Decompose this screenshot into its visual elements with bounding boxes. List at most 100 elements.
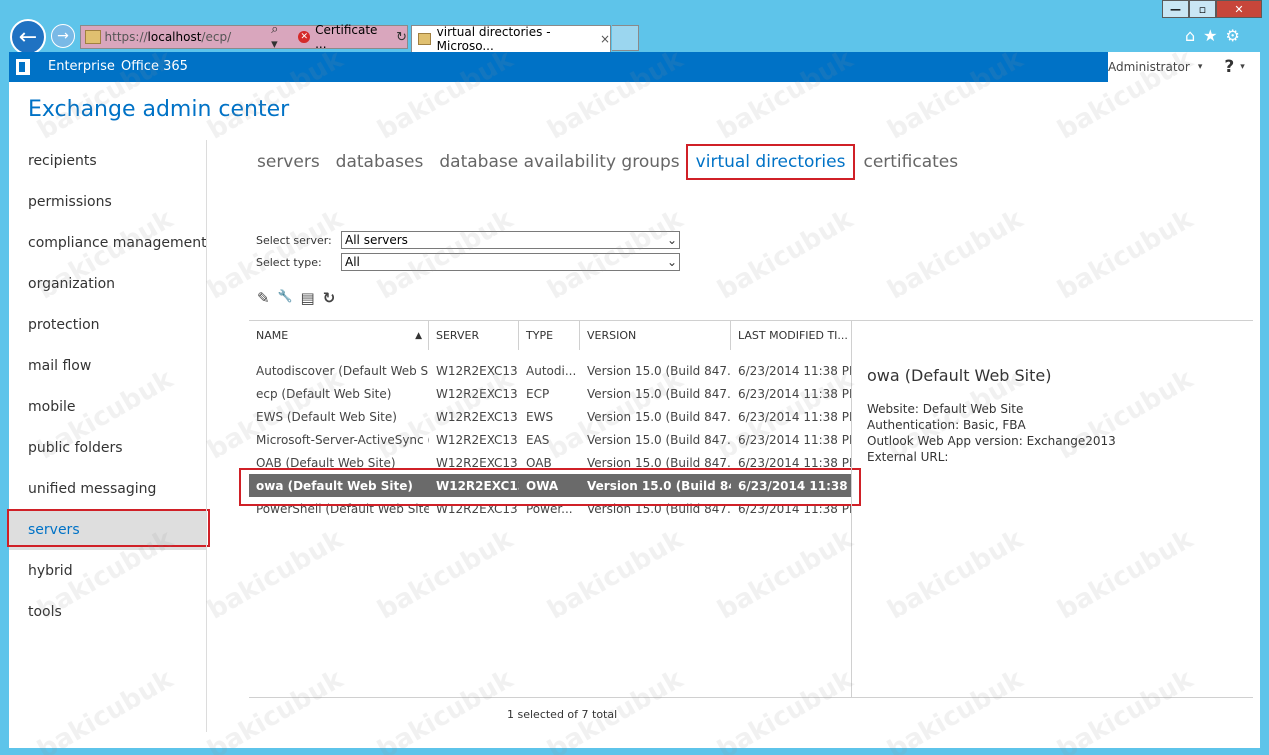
cell-last-modified: 6/23/2014 11:38 PM — [738, 386, 851, 401]
back-arrow-icon: ← — [18, 24, 38, 50]
close-window-button[interactable]: ✕ — [1216, 0, 1262, 18]
header-line — [851, 320, 1253, 321]
nav-item-protection[interactable]: protection — [9, 304, 207, 345]
cell-version: Version 15.0 (Build 847.... — [587, 363, 731, 378]
settings-gear-icon[interactable]: ⚙ — [1226, 26, 1240, 45]
cell-version: Version 15.0 (Build 847.... — [587, 409, 731, 424]
home-icon[interactable]: ⌂ — [1185, 26, 1195, 45]
detail-line: Outlook Web App version: Exchange2013 — [867, 434, 1116, 448]
details-pane: owa (Default Web Site) Website: Default … — [867, 366, 1116, 465]
panel-divider — [851, 320, 852, 697]
tab-certificates[interactable]: certificates — [863, 152, 958, 172]
cell-type: EWS — [526, 409, 554, 424]
list-body: Autodiscover (Default Web Si... W12R2EXC1… — [239, 359, 861, 520]
user-menu-caret-icon[interactable]: ▾ — [1198, 62, 1203, 72]
tab-favicon-icon — [418, 33, 431, 45]
tab-servers[interactable]: servers — [257, 152, 320, 172]
office365-link[interactable]: Office 365 — [121, 59, 188, 74]
table-row[interactable]: ecp (Default Web Site) W12R2EXC13 ECP Versi… — [249, 382, 851, 405]
forward-button[interactable]: → — [51, 24, 75, 48]
column-header-type[interactable]: TYPE — [519, 321, 580, 350]
page-content: Enterprise Office 365 Administrator ▾ ? … — [7, 52, 1260, 748]
bottom-divider — [249, 697, 1253, 698]
refresh-icon[interactable]: ↻ — [323, 289, 336, 307]
column-header-last-modified[interactable]: LAST MODIFIED TI... — [731, 321, 851, 350]
cell-name: EWS (Default Web Site) — [256, 409, 397, 424]
tab-databases[interactable]: databases — [336, 152, 424, 172]
cell-last-modified: 6/23/2014 11:38 ... — [738, 478, 851, 493]
help-caret-icon[interactable]: ▾ — [1240, 62, 1245, 72]
cell-server: W12R2EXC13 — [436, 363, 518, 378]
tab-database-availability-groups[interactable]: database availability groups — [439, 152, 679, 172]
cell-version: Version 15.0 (Build 847... — [587, 478, 731, 493]
cell-version: Version 15.0 (Build 847.... — [587, 386, 731, 401]
nav-item-mobile[interactable]: mobile — [9, 386, 207, 427]
new-tab-button[interactable] — [612, 25, 639, 51]
nav-item-organization[interactable]: organization — [9, 263, 207, 304]
cell-server: W12R2EXC13 — [436, 386, 518, 401]
minimize-button[interactable]: — — [1162, 0, 1189, 18]
list-header: NAME ▲ SERVER TYPE VERSION LAST MODIFIED … — [249, 320, 851, 350]
cell-name: ecp (Default Web Site) — [256, 386, 392, 401]
reset-directory-icon[interactable]: ▤ — [301, 289, 315, 307]
app-title: Exchange admin center — [28, 97, 290, 122]
select-server-label: Select server: — [256, 234, 332, 247]
nav-item-hybrid[interactable]: hybrid — [9, 550, 207, 591]
browser-tab-active[interactable]: virtual directories - Microso... × — [411, 25, 611, 53]
user-area: Administrator ▾ ? ▾ — [1108, 52, 1260, 82]
table-row[interactable]: owa (Default Web Site) W12R2EXC13 OWA Versi… — [239, 468, 861, 506]
favorites-star-icon[interactable]: ★ — [1203, 26, 1217, 45]
office-logo-icon[interactable] — [16, 59, 30, 75]
refresh-icon[interactable]: ↻ — [396, 30, 407, 45]
window-controls: — ▫ ✕ — [1162, 0, 1262, 18]
search-dropdown-icon[interactable]: ⌕ ▾ — [271, 22, 288, 52]
back-button[interactable]: ← — [10, 19, 46, 55]
cell-server: W12R2EXC13 — [436, 432, 518, 447]
select-server-dropdown[interactable]: All servers ⌄ — [341, 231, 680, 249]
cell-type: ECP — [526, 386, 550, 401]
cell-name: owa (Default Web Site) — [256, 478, 413, 493]
certificate-error-icon: ✕ — [298, 31, 311, 43]
address-url: https://localhost/ecp/ — [104, 30, 232, 44]
address-bar[interactable]: https://localhost/ecp/ ⌕ ▾ ✕ Certificate… — [80, 22, 408, 52]
select-server-value: All servers — [345, 233, 408, 247]
help-icon[interactable]: ? — [1224, 57, 1234, 77]
left-nav: recipients permissions compliance manageme… — [7, 140, 210, 632]
cell-type: OWA — [526, 478, 559, 493]
nav-item-unified-messaging[interactable]: unified messaging — [9, 468, 207, 509]
nav-item-compliance-management[interactable]: compliance management — [9, 222, 207, 263]
configure-wrench-icon[interactable]: 🔧 — [278, 289, 293, 307]
virtual-directory-list: NAME ▲ SERVER TYPE VERSION LAST MODIFIED … — [239, 320, 861, 520]
details-lines: Website: Default Web Site Authentication:… — [867, 401, 1116, 465]
table-row[interactable]: Microsoft-Server-ActiveSync (... W12R2EXC… — [249, 428, 851, 451]
selection-status: 1 selected of 7 total — [507, 708, 618, 721]
tab-virtual-directories[interactable]: virtual directories — [685, 144, 856, 180]
table-row[interactable]: Autodiscover (Default Web Si... W12R2EXC1… — [249, 359, 851, 382]
nav-item-servers[interactable]: servers — [7, 509, 210, 550]
column-header-name[interactable]: NAME ▲ — [249, 321, 429, 350]
user-menu[interactable]: Administrator — [1108, 60, 1190, 74]
column-header-version[interactable]: VERSION — [580, 321, 731, 350]
nav-item-permissions[interactable]: permissions — [9, 181, 207, 222]
column-header-server[interactable]: SERVER — [429, 321, 519, 350]
cell-type: Autodi... — [526, 363, 577, 378]
certificate-error-label[interactable]: Certificate ... — [315, 23, 390, 51]
nav-item-tools[interactable]: tools — [9, 591, 207, 632]
nav-item-public-folders[interactable]: public folders — [9, 427, 207, 468]
detail-line: Authentication: Basic, FBA — [867, 418, 1026, 432]
chevron-down-icon: ⌄ — [666, 233, 677, 247]
tab-close-icon[interactable]: × — [600, 32, 610, 46]
edit-pencil-icon[interactable]: ✎ — [257, 289, 270, 307]
detail-line: External URL: — [867, 450, 949, 464]
restore-button[interactable]: ▫ — [1189, 0, 1216, 18]
select-type-dropdown[interactable]: All ⌄ — [341, 253, 680, 271]
enterprise-link[interactable]: Enterprise — [48, 59, 115, 74]
nav-item-recipients[interactable]: recipients — [9, 140, 207, 181]
select-type-value: All — [345, 255, 360, 269]
details-title: owa (Default Web Site) — [867, 366, 1052, 385]
cell-name: Microsoft-Server-ActiveSync (... — [256, 432, 429, 447]
sort-ascending-icon: ▲ — [415, 330, 422, 341]
table-row[interactable]: EWS (Default Web Site) W12R2EXC13 EWS Versi… — [249, 405, 851, 428]
nav-item-mail-flow[interactable]: mail flow — [9, 345, 207, 386]
top-tabs: servers databases database availability gr… — [257, 144, 974, 180]
